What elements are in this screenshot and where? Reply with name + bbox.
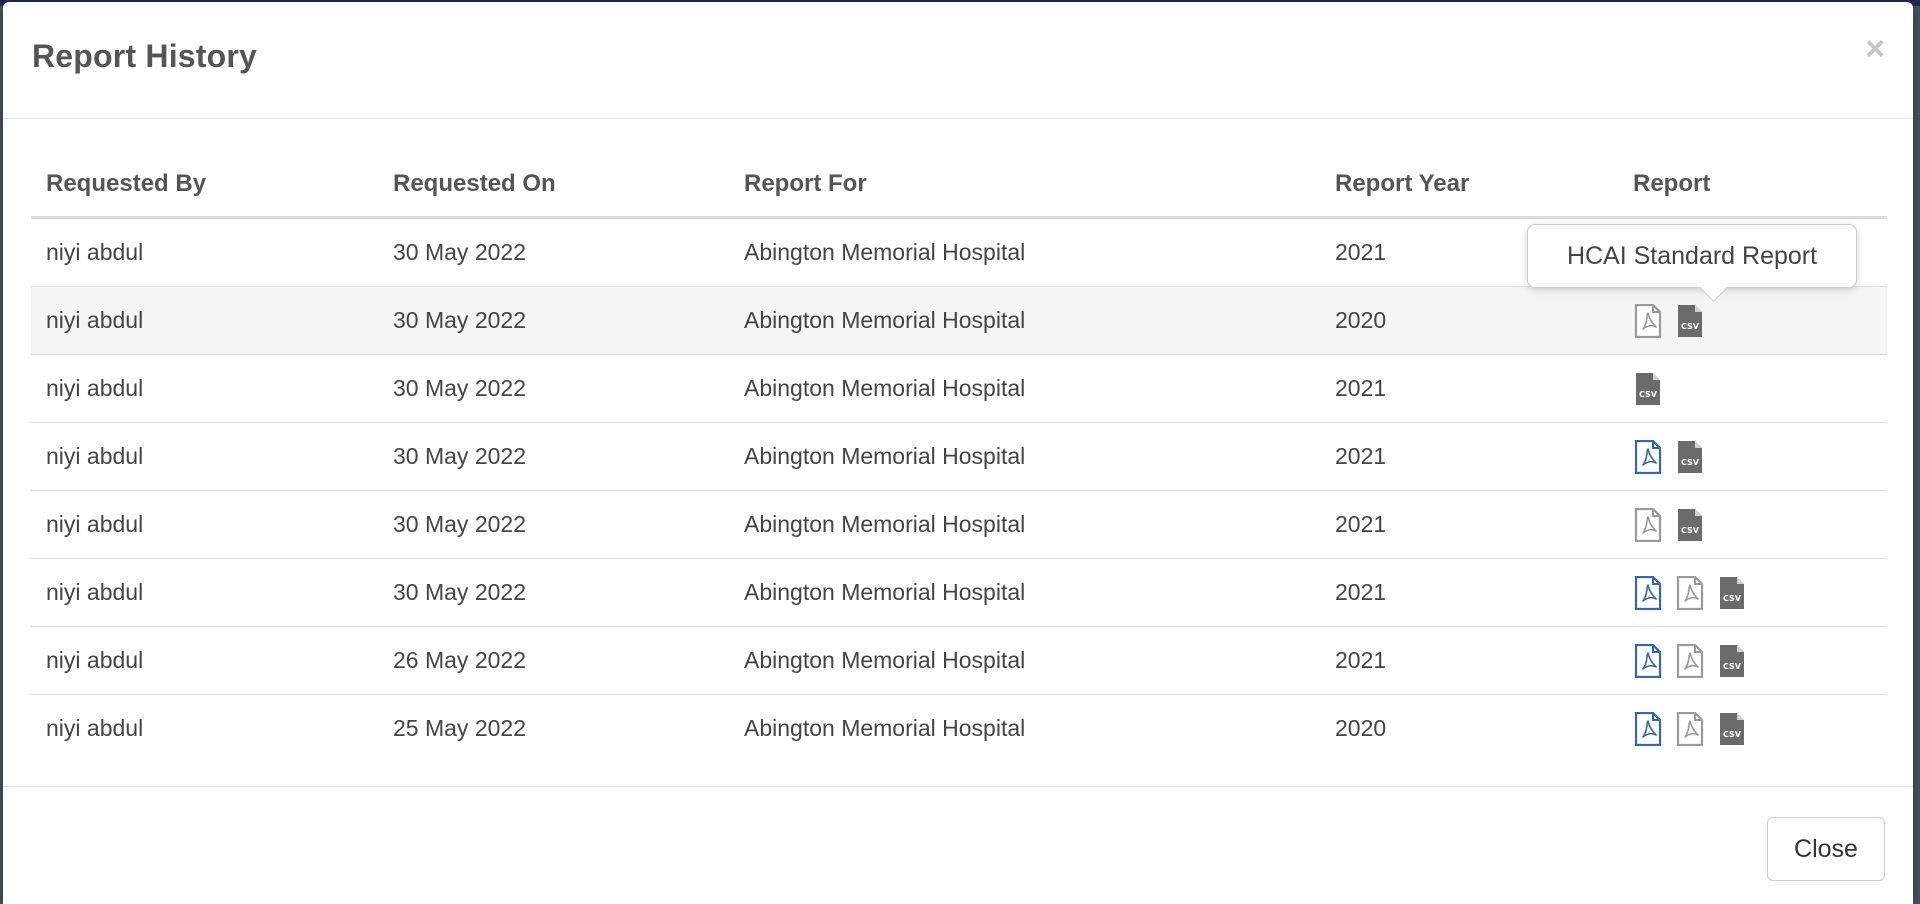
cell-requested-on: 30 May 2022 [378, 217, 729, 287]
cell-report-files: CSV [1618, 490, 1887, 559]
cell-report-year: 2020 [1320, 694, 1618, 762]
pdf-blue-icon[interactable] [1633, 575, 1663, 610]
svg-text:CSV: CSV [1639, 390, 1658, 399]
column-header-report-for: Report For [729, 152, 1320, 219]
pdf-gray-icon[interactable] [1675, 575, 1705, 610]
table-row: niyi abdul 25 May 2022 Abington Memorial H… [31, 694, 1887, 762]
cell-report-for: Abington Memorial Hospital [729, 354, 1320, 423]
modal-title: Report History [32, 38, 258, 74]
column-header-requested-by: Requested By [31, 152, 378, 219]
svg-text:CSV: CSV [1681, 322, 1700, 331]
report-tooltip: HCAI Standard Report [1527, 224, 1857, 288]
cell-report-year: 2021 [1320, 558, 1618, 627]
table-row: niyi abdul 30 May 2022 Abington Memorial H… [31, 286, 1887, 355]
close-icon[interactable]: × [1865, 32, 1885, 66]
cell-report-for: Abington Memorial Hospital [729, 217, 1320, 287]
cell-requested-by: niyi abdul [31, 694, 378, 762]
pdf-gray-icon[interactable] [1675, 643, 1705, 678]
report-file-icons: CSV [1633, 423, 1872, 490]
csv-icon[interactable]: CSV [1675, 508, 1705, 542]
cell-requested-by: niyi abdul [31, 490, 378, 559]
pdf-blue-icon[interactable] [1633, 643, 1663, 678]
cell-requested-on: 26 May 2022 [378, 626, 729, 695]
csv-icon[interactable]: CSV [1717, 644, 1747, 678]
cell-requested-by: niyi abdul [31, 286, 378, 355]
cell-report-files: CSV [1618, 354, 1887, 423]
svg-text:CSV: CSV [1681, 526, 1700, 535]
column-header-requested-on: Requested On [378, 152, 729, 219]
svg-text:CSV: CSV [1723, 662, 1742, 671]
svg-text:CSV: CSV [1681, 458, 1700, 467]
pdf-blue-icon[interactable] [1633, 711, 1663, 746]
cell-report-for: Abington Memorial Hospital [729, 490, 1320, 559]
cell-requested-on: 25 May 2022 [378, 694, 729, 762]
cell-requested-by: niyi abdul [31, 558, 378, 627]
pdf-blue-icon[interactable] [1633, 439, 1663, 474]
report-file-icons: CSV [1633, 355, 1872, 422]
cell-report-year: 2020 [1320, 286, 1618, 355]
report-file-icons: CSV [1633, 559, 1872, 626]
modal-footer: Close [3, 786, 1913, 904]
close-button[interactable]: Close [1767, 817, 1885, 881]
cell-requested-by: niyi abdul [31, 217, 378, 287]
cell-requested-on: 30 May 2022 [378, 490, 729, 559]
svg-text:CSV: CSV [1723, 730, 1742, 739]
cell-requested-on: 30 May 2022 [378, 558, 729, 627]
table-header-row: Requested By Requested On Report For Rep… [31, 152, 1887, 219]
csv-icon[interactable]: CSV [1675, 304, 1705, 338]
csv-icon[interactable]: CSV [1717, 712, 1747, 746]
pdf-gray-icon[interactable] [1633, 507, 1663, 542]
cell-report-for: Abington Memorial Hospital [729, 286, 1320, 355]
svg-text:CSV: CSV [1723, 594, 1742, 603]
cell-report-year: 2021 [1320, 626, 1618, 695]
cell-report-files: CSV [1618, 422, 1887, 491]
report-file-icons: CSV [1633, 627, 1872, 694]
report-file-icons: CSV [1633, 695, 1872, 762]
cell-requested-by: niyi abdul [31, 422, 378, 491]
cell-report-for: Abington Memorial Hospital [729, 694, 1320, 762]
cell-report-for: Abington Memorial Hospital [729, 422, 1320, 491]
table-row: niyi abdul 30 May 2022 Abington Memorial H… [31, 490, 1887, 559]
cell-requested-by: niyi abdul [31, 354, 378, 423]
table-row: niyi abdul 30 May 2022 Abington Memorial H… [31, 354, 1887, 423]
cell-report-files: CSV [1618, 626, 1887, 695]
modal-header: Report History × [3, 2, 1913, 119]
csv-icon[interactable]: CSV [1633, 372, 1663, 406]
report-file-icons: CSV [1633, 287, 1872, 354]
table-row: niyi abdul 26 May 2022 Abington Memorial H… [31, 626, 1887, 695]
cell-report-year: 2021 [1320, 354, 1618, 423]
cell-requested-on: 30 May 2022 [378, 422, 729, 491]
cell-report-files: CSV [1618, 286, 1887, 355]
column-header-report: Report [1618, 152, 1887, 219]
column-header-report-year: Report Year [1320, 152, 1618, 219]
cell-report-files: CSV [1618, 558, 1887, 627]
report-file-icons: CSV [1633, 491, 1872, 558]
table-row: niyi abdul 30 May 2022 Abington Memorial H… [31, 558, 1887, 627]
cell-report-for: Abington Memorial Hospital [729, 626, 1320, 695]
cell-report-files: CSV [1618, 694, 1887, 762]
cell-report-for: Abington Memorial Hospital [729, 558, 1320, 627]
cell-requested-by: niyi abdul [31, 626, 378, 695]
cell-requested-on: 30 May 2022 [378, 286, 729, 355]
cell-report-year: 2021 [1320, 490, 1618, 559]
csv-icon[interactable]: CSV [1717, 576, 1747, 610]
csv-icon[interactable]: CSV [1675, 440, 1705, 474]
table-row: niyi abdul 30 May 2022 Abington Memorial H… [31, 422, 1887, 491]
pdf-gray-icon[interactable] [1633, 303, 1663, 338]
cell-report-year: 2021 [1320, 422, 1618, 491]
table-body: niyi abdul 30 May 2022 Abington Memorial H… [31, 217, 1887, 762]
report-history-modal: Report History × Requested By Requested … [3, 2, 1913, 904]
cell-requested-on: 30 May 2022 [378, 354, 729, 423]
pdf-gray-icon[interactable] [1675, 711, 1705, 746]
modal-body[interactable]: Requested By Requested On Report For Rep… [3, 120, 1913, 786]
